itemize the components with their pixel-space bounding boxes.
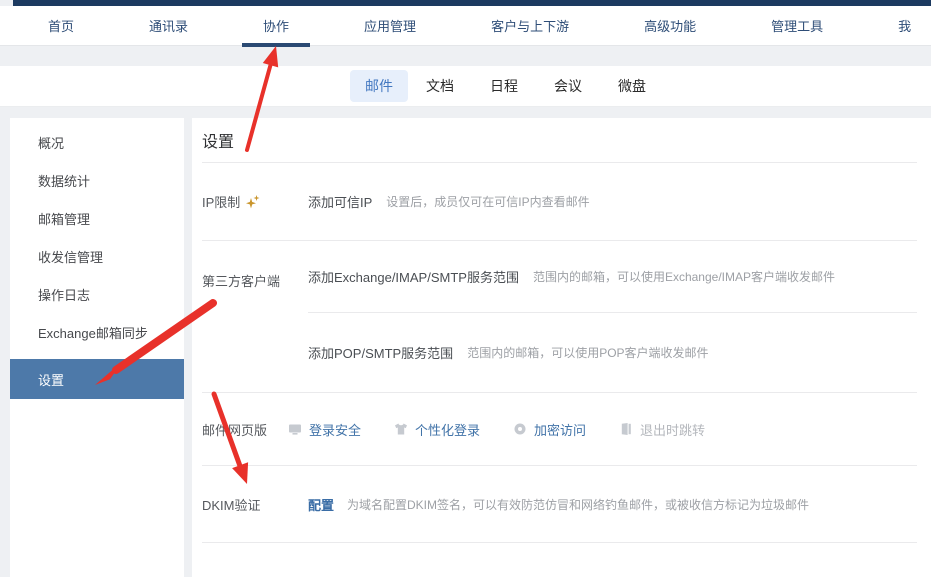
app-tab-meeting[interactable]: 会议 (554, 76, 582, 96)
dkim-row: DKIM验证 配置 为域名配置DKIM签名，可以有效防范仿冒和网络钓鱼邮件，或被… (202, 466, 917, 543)
logout-redirect-link[interactable]: 退出时跳转 (619, 420, 705, 439)
top-nav-item-admin-tools[interactable]: 管理工具 (771, 16, 823, 35)
add-exchange-imap-smtp-link[interactable]: 添加Exchange/IMAP/SMTP服务范围 (308, 267, 519, 286)
top-nav-item-contacts[interactable]: 通讯录 (149, 16, 188, 35)
row-description: 为域名配置DKIM签名，可以有效防范仿冒和网络钓鱼邮件，或被收信方标记为垃圾邮件 (347, 497, 810, 512)
row-description: 范围内的邮箱，可以使用POP客户端收发邮件 (467, 346, 709, 360)
settings-header-row: 设置 (202, 118, 917, 163)
sidebar-item-statistics[interactable]: 数据统计 (10, 161, 184, 199)
webmail-links: 登录安全 个性化登录 加密访问 退出时跳转 (288, 420, 705, 439)
shield-icon (514, 423, 526, 435)
app-tab-docs[interactable]: 文档 (426, 76, 454, 96)
page-title: 设置 (202, 134, 235, 151)
pop-smtp-subrow: 添加POP/SMTP服务范围 范围内的邮箱，可以使用POP客户端收发邮件 (308, 313, 917, 392)
third-party-label: 第三方客户端 (202, 274, 281, 289)
app-tab-calendar[interactable]: 日程 (490, 76, 518, 96)
settings-panel: 设置 IP限制 添加可信IP 设置后，成员仅可在可信IP内查看邮件 第三方客户端… (192, 118, 931, 577)
app-tab-mail[interactable]: 邮件 (350, 70, 408, 102)
dkim-label: DKIM验证 (202, 497, 261, 513)
dkim-configure-link[interactable]: 配置 (308, 495, 334, 514)
top-nav: 首页 通讯录 协作 应用管理 客户与上下游 高级功能 管理工具 我 (0, 6, 931, 47)
sidebar-item-operation-log[interactable]: 操作日志 (10, 275, 184, 313)
row-description: 设置后，成员仅可在可信IP内查看邮件 (386, 195, 590, 209)
sparkle-icon (245, 194, 262, 210)
sidebar: 概况 数据统计 邮箱管理 收发信管理 操作日志 Exchange邮箱同步 设置 (10, 118, 184, 577)
sidebar-item-overview[interactable]: 概况 (10, 123, 184, 161)
logout-redirect-label: 退出时跳转 (640, 422, 706, 438)
webmail-row: 邮件网页版 登录安全 个性化登录 加密访问 退出时跳转 (202, 393, 917, 466)
add-pop-smtp-link[interactable]: 添加POP/SMTP服务范围 (308, 343, 453, 362)
add-trusted-ip-link[interactable]: 添加可信IP (308, 192, 372, 211)
row-label: IP限制 (202, 192, 308, 211)
app-tab-drive[interactable]: 微盘 (618, 76, 646, 96)
webmail-label: 邮件网页版 (202, 422, 268, 438)
top-nav-item-advanced-features[interactable]: 高级功能 (644, 16, 696, 35)
sidebar-item-settings[interactable]: 设置 (10, 359, 184, 399)
top-nav-item-collaboration[interactable]: 协作 (242, 16, 311, 47)
third-party-content: 添加Exchange/IMAP/SMTP服务范围 范围内的邮箱，可以使用Exch… (308, 241, 917, 392)
third-party-client-row: 第三方客户端 添加Exchange/IMAP/SMTP服务范围 范围内的邮箱，可… (202, 241, 917, 393)
encrypted-access-label: 加密访问 (534, 422, 587, 438)
personalized-login-link[interactable]: 个性化登录 (394, 420, 480, 439)
top-nav-item-home[interactable]: 首页 (48, 16, 74, 35)
personalized-login-label: 个性化登录 (415, 422, 481, 438)
ip-restriction-label: IP限制 (202, 195, 241, 210)
sidebar-item-exchange-sync[interactable]: Exchange邮箱同步 (10, 313, 184, 351)
app-tab-bar: 邮件 文档 日程 会议 微盘 (0, 66, 931, 107)
monitor-icon (289, 424, 301, 435)
row-description: 范围内的邮箱，可以使用Exchange/IMAP客户端收发邮件 (532, 270, 835, 284)
tshirt-icon (395, 423, 408, 435)
login-security-label: 登录安全 (309, 422, 362, 438)
top-nav-item-customers[interactable]: 客户与上下游 (491, 16, 569, 35)
login-security-link[interactable]: 登录安全 (288, 420, 361, 439)
sidebar-item-mailbox-management[interactable]: 邮箱管理 (10, 199, 184, 237)
ip-restriction-row: IP限制 添加可信IP 设置后，成员仅可在可信IP内查看邮件 (202, 163, 917, 241)
encrypted-access-link[interactable]: 加密访问 (513, 420, 586, 439)
door-icon (621, 423, 631, 435)
top-nav-item-app-management[interactable]: 应用管理 (364, 16, 416, 35)
top-nav-item-me[interactable]: 我 (898, 16, 911, 35)
exchange-imap-smtp-subrow: 添加Exchange/IMAP/SMTP服务范围 范围内的邮箱，可以使用Exch… (308, 241, 917, 313)
sidebar-item-send-receive-management[interactable]: 收发信管理 (10, 237, 184, 275)
